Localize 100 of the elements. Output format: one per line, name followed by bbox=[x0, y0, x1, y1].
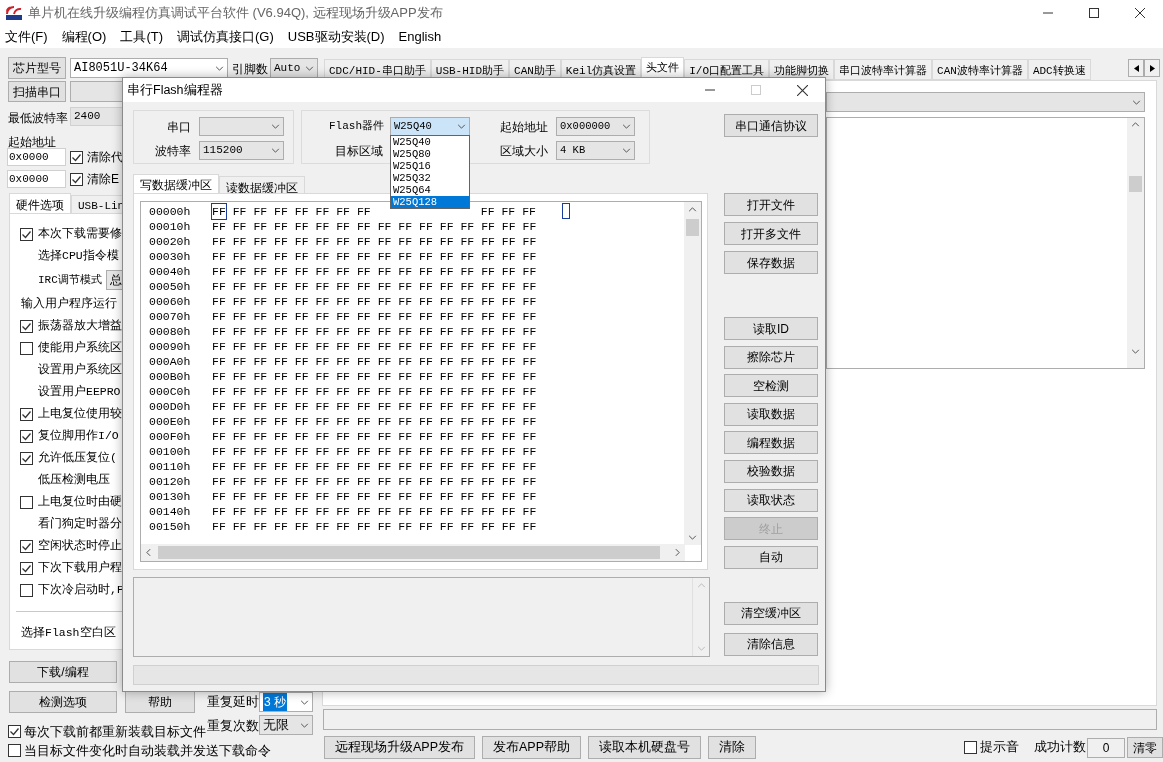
button[interactable]: 读取数据 bbox=[724, 402, 818, 426]
button[interactable]: 清除 bbox=[708, 736, 757, 759]
button[interactable]: 清除信息 bbox=[724, 632, 818, 656]
checkbox[interactable] bbox=[20, 561, 33, 575]
menu-item[interactable]: 工具(T) bbox=[120, 27, 163, 47]
dropdown[interactable]: 0x000000 bbox=[556, 117, 635, 136]
option-label: 看门狗定时器分 bbox=[38, 516, 122, 533]
checkbox-label: 每次下载前都重新装载目标文件 bbox=[24, 723, 206, 741]
dropdown-option[interactable]: W25Q32 bbox=[391, 172, 469, 184]
button[interactable]: 扫描串口 bbox=[8, 81, 66, 102]
dropdown[interactable]: AI8051U-34K64 bbox=[70, 58, 228, 78]
chevron-down-icon bbox=[305, 65, 314, 71]
chevron-down-icon bbox=[697, 646, 706, 651]
checkbox[interactable] bbox=[70, 172, 83, 186]
checkbox[interactable] bbox=[70, 150, 83, 164]
hex-bytes: FF FF FF FF FF FF FF FF FF FF FF FF FF FF FF FF bbox=[212, 399, 537, 414]
checkbox-label: 空闲状态时停止 bbox=[38, 538, 122, 555]
tab[interactable]: 读数据缓冲区 bbox=[219, 176, 305, 194]
hex-bytes: FF FF FF FF FF FF FF FF FF FF FF FF FF FF FF FF bbox=[212, 354, 537, 369]
scrollbar-thumb[interactable] bbox=[1129, 176, 1142, 192]
dropdown-option[interactable]: W25Q128 bbox=[391, 196, 469, 208]
dropdown-option[interactable]: W25Q16 bbox=[391, 160, 469, 172]
dropdown[interactable]: 4 KB bbox=[556, 141, 635, 160]
button[interactable]: 读取本机硬盘号 bbox=[588, 736, 702, 759]
dialog-title: 串行Flash编程器 bbox=[127, 81, 223, 99]
scrollbar-thumb[interactable] bbox=[158, 546, 660, 559]
button[interactable]: 发布APP帮助 bbox=[482, 736, 582, 759]
button[interactable]: 远程现场升级APP发布 bbox=[324, 736, 475, 759]
checkbox[interactable] bbox=[20, 341, 33, 355]
button[interactable]: 读取状态 bbox=[724, 488, 818, 512]
chevron-down-icon bbox=[300, 722, 309, 728]
button[interactable]: 编程数据 bbox=[724, 431, 818, 455]
dropdown[interactable]: 无限 bbox=[259, 715, 313, 735]
chevron-up-icon bbox=[688, 207, 697, 212]
dropdown-option[interactable]: W25Q40 bbox=[391, 136, 469, 148]
dropdown-option[interactable]: W25Q80 bbox=[391, 148, 469, 160]
button[interactable]: 检测选项 bbox=[9, 691, 117, 713]
tab[interactable]: 串口波特率计算器 bbox=[834, 59, 933, 80]
scrollbar[interactable] bbox=[1127, 118, 1144, 368]
button[interactable]: 读取ID bbox=[724, 317, 818, 340]
selected-byte[interactable]: FF bbox=[212, 204, 226, 219]
checkbox[interactable] bbox=[20, 227, 33, 241]
field-label: 波特率 bbox=[155, 143, 191, 160]
menu-item[interactable]: English bbox=[398, 27, 442, 47]
button[interactable]: 擦除芯片 bbox=[724, 345, 818, 369]
chevron-down-icon bbox=[215, 65, 224, 71]
chevron-down-icon bbox=[622, 148, 631, 153]
checkbox[interactable] bbox=[20, 407, 33, 421]
tab[interactable]: 写数据缓冲区 bbox=[133, 174, 219, 194]
tab[interactable]: ADC转换速 bbox=[1027, 59, 1091, 80]
button[interactable]: 校验数据 bbox=[724, 459, 818, 483]
scrollbar-thumb[interactable] bbox=[686, 219, 699, 236]
button[interactable]: 下载/编程 bbox=[9, 661, 117, 683]
input-field[interactable]: 0x0000 bbox=[7, 170, 66, 188]
menu-item[interactable]: USB驱动安装(D) bbox=[287, 27, 385, 47]
button[interactable]: 自动 bbox=[724, 545, 818, 569]
button[interactable]: 芯片型号 bbox=[8, 57, 66, 79]
menu-item[interactable]: 编程(O) bbox=[61, 27, 107, 47]
dropdown-option[interactable]: W25Q64 bbox=[391, 184, 469, 196]
dropdown[interactable]: Auto bbox=[270, 58, 318, 78]
scroll-left-button[interactable] bbox=[1128, 59, 1144, 77]
checkbox[interactable] bbox=[964, 741, 977, 754]
button[interactable]: 串口通信协议 bbox=[724, 114, 818, 137]
button[interactable]: 空检测 bbox=[724, 374, 818, 398]
hex-bytes: FF FF FF FF FF FF FF FF FF FF FF FF FF FF FF FF bbox=[212, 489, 537, 504]
dropdown[interactable]: 3 秒 bbox=[259, 692, 313, 712]
chevron-down-icon bbox=[1131, 349, 1140, 354]
menu-item[interactable]: 文件(F) bbox=[5, 27, 48, 47]
scrollbar[interactable] bbox=[141, 544, 685, 561]
button[interactable]: 保存数据 bbox=[724, 251, 818, 274]
menu-item[interactable]: 调试仿真接口(G) bbox=[177, 27, 274, 47]
checkbox[interactable] bbox=[20, 495, 33, 509]
address-cell-text: 00120h bbox=[149, 474, 192, 489]
hex-bytes: FF FF FF FF FF FF FF FF FF FF FF FF FF FF FF FF bbox=[212, 324, 537, 339]
option-label: 选择CPU指令模 bbox=[38, 248, 119, 265]
checkbox[interactable] bbox=[20, 451, 33, 465]
triangle-left-icon bbox=[1133, 64, 1139, 72]
button[interactable]: 帮助 bbox=[125, 691, 195, 713]
field-label: 重复次数 bbox=[207, 717, 259, 735]
hex-bytes: FF FF FF FF FF FF FF FF FF FF FF FF FF FF FF FF bbox=[212, 369, 537, 384]
button[interactable]: 打开文件 bbox=[724, 193, 818, 216]
tab[interactable]: CAN波特率计算器 bbox=[932, 59, 1028, 80]
checkbox[interactable] bbox=[20, 539, 33, 553]
hex-bytes: FF FF FF bbox=[480, 204, 536, 219]
counter-field: 0 bbox=[1087, 737, 1125, 758]
button[interactable]: 清空缓冲区 bbox=[724, 601, 818, 625]
checkbox[interactable] bbox=[20, 319, 33, 333]
checkbox[interactable] bbox=[20, 583, 33, 597]
checkbox[interactable] bbox=[8, 725, 21, 739]
checkbox[interactable] bbox=[8, 744, 21, 758]
scrollbar[interactable] bbox=[684, 202, 701, 545]
field-label: 成功计数 bbox=[1034, 739, 1086, 757]
scroll-right-button[interactable] bbox=[1144, 59, 1160, 77]
dropdown[interactable]: 115200 bbox=[199, 141, 284, 160]
button[interactable]: 打开多文件 bbox=[724, 222, 818, 245]
button[interactable]: 清零 bbox=[1127, 737, 1163, 758]
checkbox-label: 使能用户系统区 bbox=[38, 340, 122, 357]
tab[interactable]: 硬件选项 bbox=[9, 193, 71, 214]
checkbox[interactable] bbox=[20, 429, 33, 443]
input-field[interactable]: 0x0000 bbox=[7, 148, 66, 166]
